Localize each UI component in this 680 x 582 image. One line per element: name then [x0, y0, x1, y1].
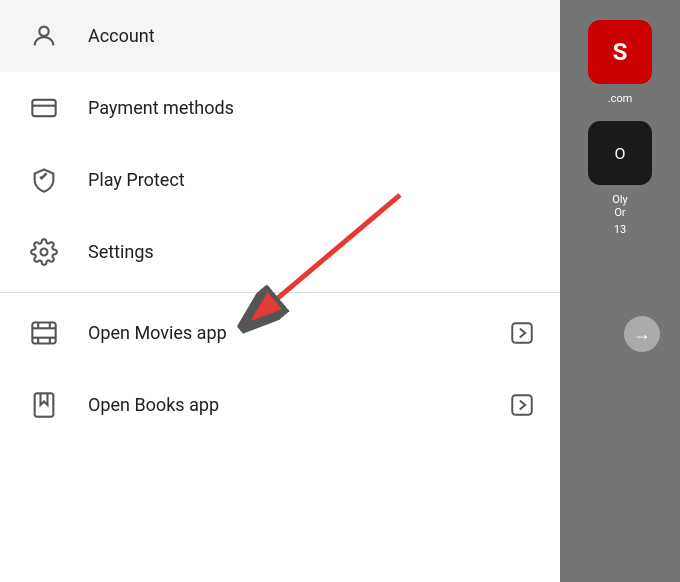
menu-item-settings[interactable]: Settings: [0, 216, 560, 288]
film-icon: [24, 319, 64, 347]
play-protect-label: Play Protect: [88, 170, 536, 191]
person-icon: [24, 22, 64, 50]
app-label-1: .com: [608, 92, 633, 105]
app-entry-2: O OlyOr 13: [560, 117, 680, 240]
app-entry-1: S .com: [560, 16, 680, 109]
scroll-right-button[interactable]: →: [624, 316, 660, 352]
menu-item-payment[interactable]: Payment methods: [0, 72, 560, 144]
menu-item-movies[interactable]: Open Movies app: [0, 297, 560, 369]
bookmark-icon: [24, 391, 64, 419]
payment-methods-label: Payment methods: [88, 98, 536, 119]
app-count: 13: [614, 223, 626, 236]
app-icon-dark: O: [588, 121, 652, 185]
account-label: Account: [88, 26, 536, 47]
right-arrow-icon: →: [633, 324, 651, 345]
menu-item-play-protect[interactable]: Play Protect: [0, 144, 560, 216]
shield-icon: [24, 166, 64, 194]
books-arrow-icon: [508, 391, 536, 419]
books-label: Open Books app: [88, 395, 508, 416]
app-icon-text-2: O: [614, 144, 625, 163]
gear-icon: [24, 238, 64, 266]
menu-item-account[interactable]: Account: [0, 0, 560, 72]
right-panel-background: S .com O OlyOr 13 →: [560, 0, 680, 582]
app-icon-text: S: [613, 38, 628, 66]
settings-label: Settings: [88, 242, 536, 263]
menu-item-books[interactable]: Open Books app: [0, 369, 560, 441]
app-icon-red: S: [588, 20, 652, 84]
credit-card-icon: [24, 94, 64, 122]
movies-label: Open Movies app: [88, 323, 508, 344]
app-label-2: OlyOr: [612, 193, 627, 219]
menu-panel: Account Payment methods Play Protect: [0, 0, 560, 582]
movies-arrow-icon: [508, 319, 536, 347]
menu-divider: [0, 292, 560, 293]
